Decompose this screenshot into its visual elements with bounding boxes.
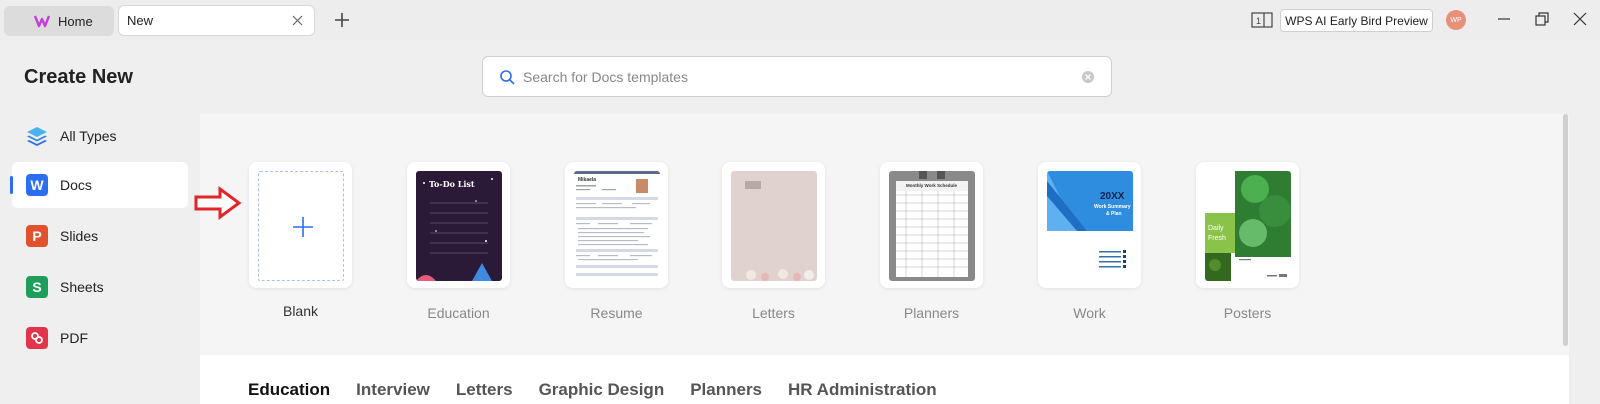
planners-thumb-title: Monthly Work Schedule <box>906 183 957 188</box>
svg-text:1: 1 <box>1256 16 1261 26</box>
sidebar-item-pdf[interactable]: PDF <box>12 315 188 361</box>
clear-search-icon[interactable] <box>1081 70 1095 84</box>
posters-thumb-line2: Fresh <box>1208 235 1226 242</box>
work-summary-preview <box>1047 171 1133 268</box>
panel-layout-icon[interactable]: 1 <box>1251 12 1273 28</box>
sidebar-item-label: Slides <box>60 228 99 244</box>
scrollbar[interactable] <box>1563 114 1568 346</box>
sidebar-item-label: Sheets <box>60 279 104 295</box>
docs-icon: W <box>26 174 48 196</box>
work-thumb-line1: Work Summary <box>1094 204 1131 210</box>
resume-thumbnail <box>574 171 660 281</box>
pdf-icon <box>26 327 48 349</box>
work-thumb-line2: & Plan <box>1106 211 1122 217</box>
template-card-work[interactable]: 20XX Work Summary & Plan <box>1038 162 1141 288</box>
sidebar-item-all-types[interactable]: All Types <box>12 113 188 159</box>
template-label-resume: Resume <box>590 305 643 321</box>
tab-home-label: Home <box>58 13 93 29</box>
red-arrow-annotation-icon <box>194 186 242 220</box>
resume-thumb-name: Mikaela <box>578 177 597 183</box>
template-label-blank: Blank <box>282 303 319 319</box>
blank-page-outline <box>258 171 344 281</box>
page-title: Create New <box>24 66 133 88</box>
template-card-resume[interactable]: Mikaela <box>565 162 668 288</box>
sidebar-item-docs[interactable]: W Docs <box>10 162 188 208</box>
avatar[interactable]: WP <box>1446 10 1466 30</box>
posters-thumb-line1: Daily <box>1208 225 1224 232</box>
template-label-work: Work <box>1073 305 1106 321</box>
close-window-icon[interactable] <box>1573 12 1587 26</box>
sidebar-item-sheets[interactable]: S Sheets <box>12 264 188 310</box>
title-bar: Home New 1 WPS AI Early Bird Preview WP <box>0 0 1600 40</box>
sidebar-item-label: PDF <box>60 330 88 346</box>
category-tab-education[interactable]: Education <box>248 380 330 400</box>
resume-preview <box>574 171 660 276</box>
template-label-letters: Letters <box>752 305 795 321</box>
wps-logo-icon <box>34 15 50 28</box>
new-tab-plus-icon[interactable] <box>332 10 352 30</box>
sheets-icon: S <box>26 276 48 298</box>
template-label-planners: Planners <box>903 305 960 321</box>
plus-icon <box>293 217 313 237</box>
category-tab-letters[interactable]: Letters <box>456 380 513 400</box>
tab-new-label: New <box>127 13 154 28</box>
template-label-posters: Posters <box>1223 305 1272 321</box>
tab-new-document[interactable]: New <box>118 5 315 36</box>
template-card-posters[interactable]: Daily Fresh <box>1196 162 1299 288</box>
category-tabs: Education Interview Letters Graphic Desi… <box>248 380 937 400</box>
close-tab-icon[interactable] <box>291 14 304 27</box>
layers-icon <box>27 127 47 146</box>
template-card-blank[interactable] <box>249 162 352 288</box>
restore-icon[interactable] <box>1535 12 1549 26</box>
search-icon <box>500 70 515 85</box>
category-tab-hr-administration[interactable]: HR Administration <box>788 380 937 400</box>
letters-thumbnail <box>731 171 817 281</box>
work-thumbnail <box>1047 171 1133 281</box>
search-input[interactable] <box>523 66 1063 88</box>
template-card-education[interactable]: To-Do List <box>407 162 510 288</box>
template-card-letters[interactable] <box>722 162 825 288</box>
tab-home[interactable]: Home <box>4 6 114 36</box>
ai-preview-button[interactable]: WPS AI Early Bird Preview <box>1280 9 1433 32</box>
template-search[interactable] <box>482 56 1112 97</box>
category-tab-planners[interactable]: Planners <box>690 380 762 400</box>
slides-icon: P <box>26 225 48 247</box>
letters-preview <box>745 181 814 281</box>
minimize-icon[interactable] <box>1497 12 1511 26</box>
template-label-education: Education <box>427 305 490 321</box>
work-thumb-year: 20XX <box>1100 191 1125 202</box>
template-card-planners[interactable]: Monthly Work Schedule <box>880 162 983 288</box>
education-thumb-title: To-Do List <box>429 179 475 189</box>
sidebar-item-label: All Types <box>60 128 117 144</box>
sidebar-item-slides[interactable]: P Slides <box>12 213 188 259</box>
sidebar-item-label: Docs <box>60 177 92 193</box>
category-tab-graphic-design[interactable]: Graphic Design <box>539 380 665 400</box>
category-tab-interview[interactable]: Interview <box>356 380 430 400</box>
